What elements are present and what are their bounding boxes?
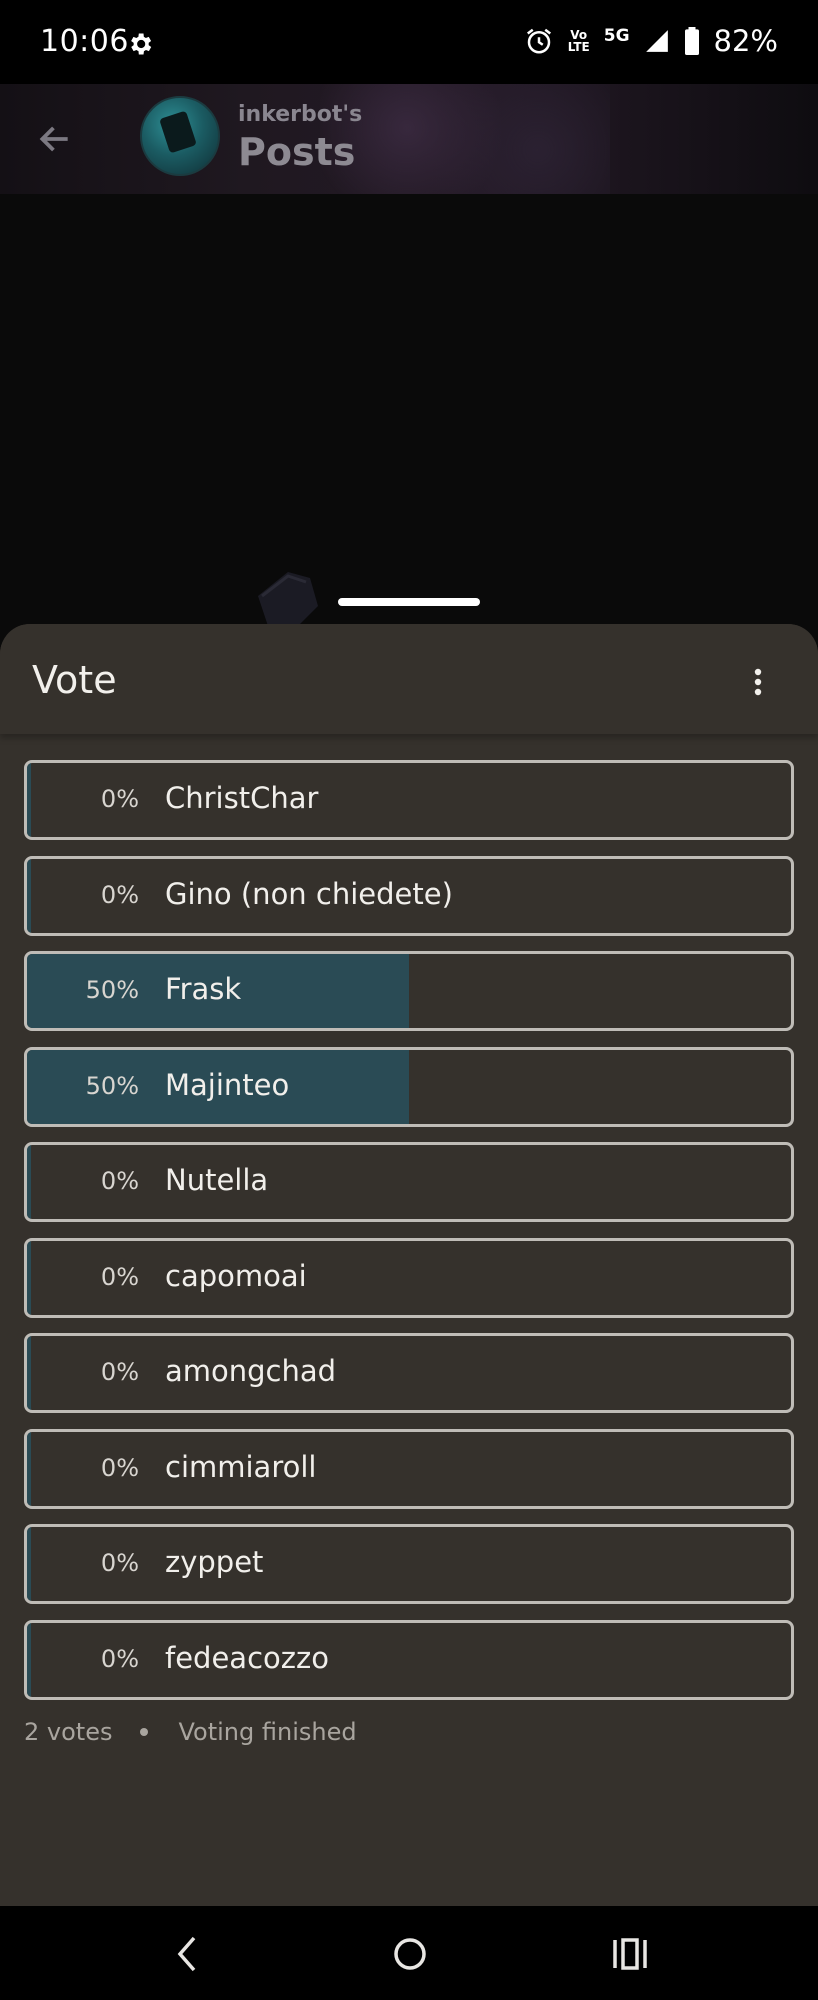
poll-option[interactable]: 0% capomoai <box>24 1237 794 1318</box>
header-subtitle: inkerbot's <box>238 102 363 127</box>
vote-sheet: Vote 0% ChristChar 0% Gino (non chiedete) 50… <box>0 624 818 1906</box>
screen: 10:06 Vo LTE 5G 82% inkerbot's Posts Vot… <box>0 0 818 2000</box>
signal-icon <box>645 30 668 52</box>
nav-back-icon[interactable] <box>172 1934 202 1974</box>
status-bar: 10:06 Vo LTE 5G 82% <box>0 0 818 84</box>
poll-option-label: zyppet <box>165 1545 264 1579</box>
poll-status: Voting finished <box>178 1718 357 1746</box>
poll-option-label: ChristChar <box>165 781 319 815</box>
poll-option[interactable]: 0% zyppet <box>24 1524 794 1604</box>
avatar[interactable] <box>140 96 220 176</box>
poll-option-label: Majinteo <box>165 1067 290 1102</box>
background-content <box>0 194 818 624</box>
poll-option[interactable]: 0% amongchad <box>24 1333 794 1413</box>
poll-option-label: amongchad <box>165 1354 337 1388</box>
background-image-icon <box>258 572 318 626</box>
poll-option-percent: 50% <box>85 1071 139 1100</box>
nav-home-icon[interactable] <box>392 1936 428 1972</box>
network-gen: 5G <box>603 26 630 46</box>
page-title: Posts <box>238 130 356 174</box>
poll-option-label: capomoai <box>165 1258 307 1293</box>
app-header: inkerbot's Posts <box>0 84 818 194</box>
drag-handle[interactable] <box>338 598 480 606</box>
header-banner-art <box>320 84 610 194</box>
status-icons: Vo LTE 5G 82% <box>524 24 778 58</box>
poll-option-label: Nutella <box>165 1163 269 1197</box>
sheet-header: Vote <box>0 624 818 734</box>
battery-icon <box>684 27 699 55</box>
poll-options: 0% ChristChar 0% Gino (non chiedete) 50% Fras… <box>24 760 794 1715</box>
poll-option-percent: 0% <box>100 1167 139 1195</box>
poll-summary: 2 votes Voting finished <box>24 1718 357 1746</box>
poll-option[interactable]: 50% Majinteo <box>24 1046 794 1127</box>
poll-option-label: cimmiaroll <box>165 1449 317 1484</box>
poll-option-percent: 0% <box>100 1262 139 1291</box>
poll-option-label: fedeacozzo <box>165 1640 329 1675</box>
navigation-bar <box>0 1906 818 2000</box>
poll-option[interactable]: 0% Gino (non chiedete) <box>24 855 794 936</box>
vote-count: 2 votes <box>24 1718 113 1746</box>
poll-option-percent: 0% <box>100 1358 139 1386</box>
poll-option-percent: 0% <box>100 1549 139 1577</box>
poll-option[interactable]: 0% ChristChar <box>24 760 794 840</box>
sheet-title: Vote <box>32 658 117 702</box>
poll-option-percent: 0% <box>100 1644 139 1673</box>
poll-option-label: Frask <box>165 972 242 1006</box>
battery-percent: 82% <box>713 24 778 58</box>
poll-option-percent: 50% <box>85 976 139 1004</box>
poll-option[interactable]: 0% fedeacozzo <box>24 1619 794 1700</box>
poll-option-percent: 0% <box>100 1453 139 1482</box>
volte-indicator: Vo LTE <box>567 28 590 54</box>
poll-option-percent: 0% <box>100 880 139 909</box>
poll-option-label: Gino (non chiedete) <box>165 876 453 911</box>
poll-option[interactable]: 0% Nutella <box>24 1142 794 1222</box>
arrow-left-icon[interactable] <box>36 120 74 158</box>
separator-dot <box>140 1728 149 1736</box>
nav-recents-icon[interactable] <box>612 1936 648 1972</box>
poll-option-percent: 0% <box>100 785 139 813</box>
more-vertical-icon[interactable] <box>754 668 762 696</box>
status-time: 10:06 <box>40 24 129 59</box>
alarm-icon <box>526 28 551 54</box>
gear-icon <box>131 33 152 55</box>
poll-option[interactable]: 0% cimmiaroll <box>24 1428 794 1509</box>
poll-option[interactable]: 50% Frask <box>24 951 794 1031</box>
